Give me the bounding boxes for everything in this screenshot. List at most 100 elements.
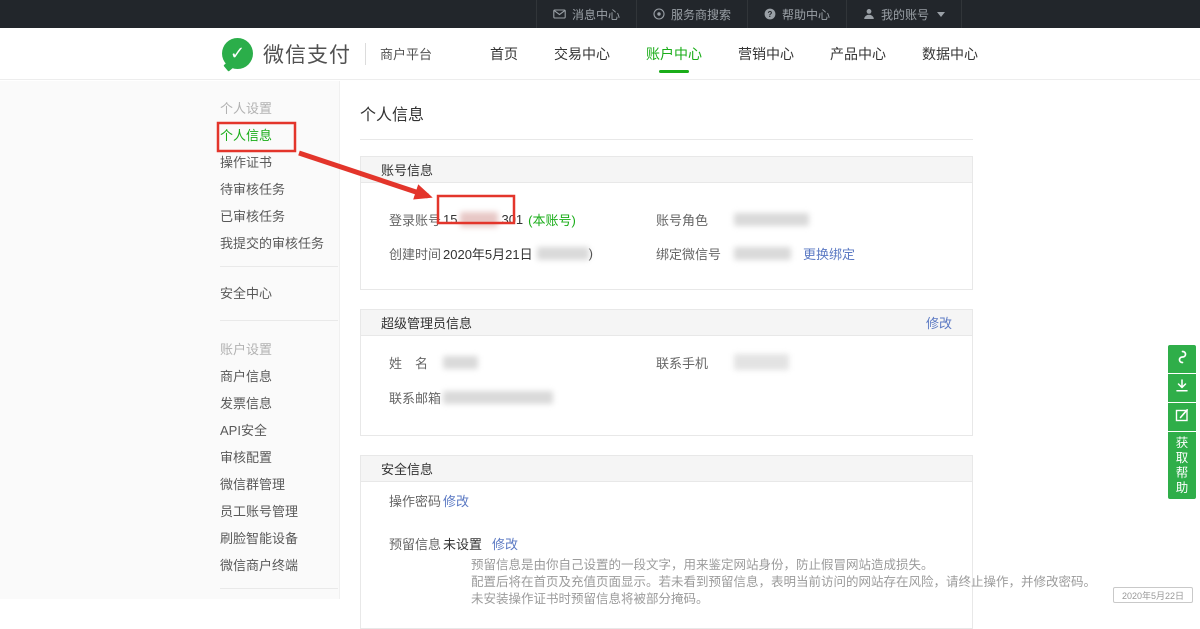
sidebar-item-wechat-merchant-terminal[interactable]: 微信商户终端 bbox=[220, 551, 338, 578]
security-info-body: 操作密码 修改 预留信息 未设置 修改 预留信息是由你自己设置的一段文字，用来鉴… bbox=[361, 482, 972, 628]
bound-wechat-label: 绑定微信号 bbox=[656, 244, 734, 263]
sidebar-item-face-smart-device[interactable]: 刷脸智能设备 bbox=[220, 524, 338, 551]
link-icon bbox=[1173, 348, 1191, 371]
sidebar-item-merchant-info[interactable]: 商户信息 bbox=[220, 362, 338, 389]
topbar-item-messages[interactable]: 消息中心 bbox=[536, 0, 636, 28]
account-info-panel: 账号信息 登录账号 15 301 (本账号) 账号角色 bbox=[360, 156, 973, 290]
operation-password-label: 操作密码 bbox=[389, 491, 443, 510]
redacted-phone-middle bbox=[460, 212, 498, 227]
sidebar-item-pending-review-tasks[interactable]: 待审核任务 bbox=[220, 175, 338, 202]
description-line: 预留信息是由你自己设置的一段文字，用来鉴定网站身份，防止假冒网站造成损失。 bbox=[471, 557, 972, 574]
sidebar-item-operation-certificate[interactable]: 操作证书 bbox=[220, 148, 338, 175]
description-line: 未安装操作证书时预留信息将被部分掩码。 bbox=[471, 591, 972, 608]
reserved-edit-link[interactable]: 修改 bbox=[492, 534, 518, 553]
nav-item-transaction-center[interactable]: 交易中心 bbox=[554, 28, 610, 79]
contact-email-label: 联系邮箱 bbox=[389, 388, 443, 407]
panel-title: 超级管理员信息 bbox=[381, 313, 472, 332]
sidebar-item-staff-account-management[interactable]: 员工账号管理 bbox=[220, 497, 338, 524]
reserved-info-status: 未设置 bbox=[443, 534, 482, 553]
nav-item-data-center[interactable]: 数据中心 bbox=[922, 28, 978, 79]
name-label: 姓 名 bbox=[389, 353, 443, 372]
redacted-account-role bbox=[734, 213, 809, 226]
date-tooltip-text: 2020年5月22日 bbox=[1122, 589, 1184, 602]
brand-name: 微信支付 bbox=[263, 39, 351, 69]
redacted-contact-email bbox=[443, 391, 553, 404]
brand-divider bbox=[365, 43, 366, 65]
created-date: 2020年5月21日 bbox=[443, 244, 533, 263]
topbar-item-label: 消息中心 bbox=[572, 6, 620, 23]
account-role-label: 账号角色 bbox=[656, 210, 734, 229]
panel-title: 安全信息 bbox=[381, 459, 433, 478]
contact-link-button[interactable] bbox=[1168, 345, 1196, 373]
sidebar-section-personal-settings: 个人设置 bbox=[220, 94, 338, 121]
download-icon bbox=[1173, 377, 1191, 400]
created-time-label: 创建时间 bbox=[389, 244, 443, 263]
svg-text:?: ? bbox=[768, 10, 773, 19]
topbar-item-my-account[interactable]: 我的账号 bbox=[846, 0, 962, 28]
sidebar-divider bbox=[220, 320, 338, 321]
sidebar-menu: 个人设置 个人信息 操作证书 待审核任务 已审核任务 我提交的审核任务 安全中心… bbox=[220, 94, 338, 589]
super-admin-panel: 超级管理员信息 修改 姓 名 联系手机 联系邮箱 bbox=[360, 309, 973, 436]
feedback-icon bbox=[1173, 406, 1191, 429]
account-info-header: 账号信息 bbox=[361, 157, 972, 183]
get-help-button[interactable]: 获取帮助 bbox=[1168, 432, 1196, 499]
created-time-value: 2020年5月21日 ) bbox=[443, 244, 593, 263]
chevron-down-icon bbox=[937, 12, 945, 17]
sidebar-item-my-submitted-review-tasks[interactable]: 我提交的审核任务 bbox=[220, 229, 338, 256]
password-edit-link[interactable]: 修改 bbox=[443, 491, 469, 510]
reserved-info-description: 预留信息是由你自己设置的一段文字，用来鉴定网站身份，防止假冒网站造成损失。 配置… bbox=[443, 557, 972, 608]
redacted-created-time bbox=[537, 247, 589, 260]
contact-phone-label: 联系手机 bbox=[656, 353, 734, 372]
floating-help-panel: 获取帮助 bbox=[1168, 345, 1196, 499]
search-icon bbox=[653, 8, 665, 20]
topbar-item-label: 帮助中心 bbox=[782, 6, 830, 23]
main-content: 个人信息 账号信息 登录账号 15 301 (本账号) bbox=[340, 81, 1200, 599]
title-divider bbox=[360, 139, 973, 140]
sidebar-section-account-settings: 账户设置 bbox=[220, 335, 338, 362]
this-account-tag: (本账号) bbox=[528, 210, 576, 229]
reserved-info-label: 预留信息 bbox=[389, 534, 443, 553]
sidebar-divider bbox=[220, 266, 338, 267]
login-account-suffix: 301 bbox=[501, 212, 523, 227]
help-icon: ? bbox=[764, 8, 776, 20]
sidebar: 个人设置 个人信息 操作证书 待审核任务 已审核任务 我提交的审核任务 安全中心… bbox=[0, 81, 340, 599]
sidebar-item-wechat-group-management[interactable]: 微信群管理 bbox=[220, 470, 338, 497]
wechat-pay-logo: ✓ bbox=[222, 38, 253, 69]
sidebar-item-security-center[interactable]: 安全中心 bbox=[220, 279, 338, 306]
topbar-item-label: 服务商搜索 bbox=[671, 6, 731, 23]
topbar-item-sp-search[interactable]: 服务商搜索 bbox=[636, 0, 747, 28]
sidebar-item-personal-info[interactable]: 个人信息 bbox=[220, 121, 338, 148]
description-line: 配置后将在首页及充值页面显示。若未看到预留信息，表明当前访问的网站存在风险，请终… bbox=[471, 574, 972, 591]
get-help-label: 获取帮助 bbox=[1176, 436, 1189, 496]
platform-name: 商户平台 bbox=[380, 44, 432, 63]
main-nav: 首页 交易中心 账户中心 营销中心 产品中心 数据中心 bbox=[490, 28, 1200, 79]
topbar-item-label: 我的账号 bbox=[881, 6, 929, 23]
sidebar-item-invoice-info[interactable]: 发票信息 bbox=[220, 389, 338, 416]
sidebar-divider bbox=[220, 588, 338, 589]
admin-edit-link[interactable]: 修改 bbox=[926, 313, 952, 332]
nav-item-home[interactable]: 首页 bbox=[490, 28, 518, 79]
account-info-body: 登录账号 15 301 (本账号) 账号角色 bbox=[361, 183, 972, 289]
nav-item-account-center[interactable]: 账户中心 bbox=[646, 28, 702, 79]
sidebar-item-reviewed-tasks[interactable]: 已审核任务 bbox=[220, 202, 338, 229]
login-account-label: 登录账号 bbox=[389, 210, 443, 229]
download-button[interactable] bbox=[1168, 374, 1196, 402]
feedback-button[interactable] bbox=[1168, 403, 1196, 431]
login-account-prefix: 15 bbox=[443, 212, 457, 227]
check-icon: ✓ bbox=[230, 43, 245, 64]
login-account-value: 15 301 (本账号) bbox=[443, 210, 576, 229]
created-suffix: ) bbox=[589, 246, 593, 261]
super-admin-body: 姓 名 联系手机 联系邮箱 bbox=[361, 336, 972, 435]
page-title: 个人信息 bbox=[360, 101, 1200, 125]
redacted-wechat-id bbox=[734, 247, 791, 260]
header: ✓ 微信支付 商户平台 首页 交易中心 账户中心 营销中心 产品中心 数据中心 bbox=[0, 28, 1200, 80]
sidebar-item-review-config[interactable]: 审核配置 bbox=[220, 443, 338, 470]
super-admin-header: 超级管理员信息 修改 bbox=[361, 310, 972, 336]
sidebar-item-api-security[interactable]: API安全 bbox=[220, 416, 338, 443]
rebind-link[interactable]: 更换绑定 bbox=[803, 244, 855, 263]
panel-title: 账号信息 bbox=[381, 160, 433, 179]
nav-item-product-center[interactable]: 产品中心 bbox=[830, 28, 886, 79]
date-tooltip: 2020年5月22日 bbox=[1113, 587, 1193, 603]
nav-item-marketing-center[interactable]: 营销中心 bbox=[738, 28, 794, 79]
topbar-item-help[interactable]: ? 帮助中心 bbox=[747, 0, 846, 28]
